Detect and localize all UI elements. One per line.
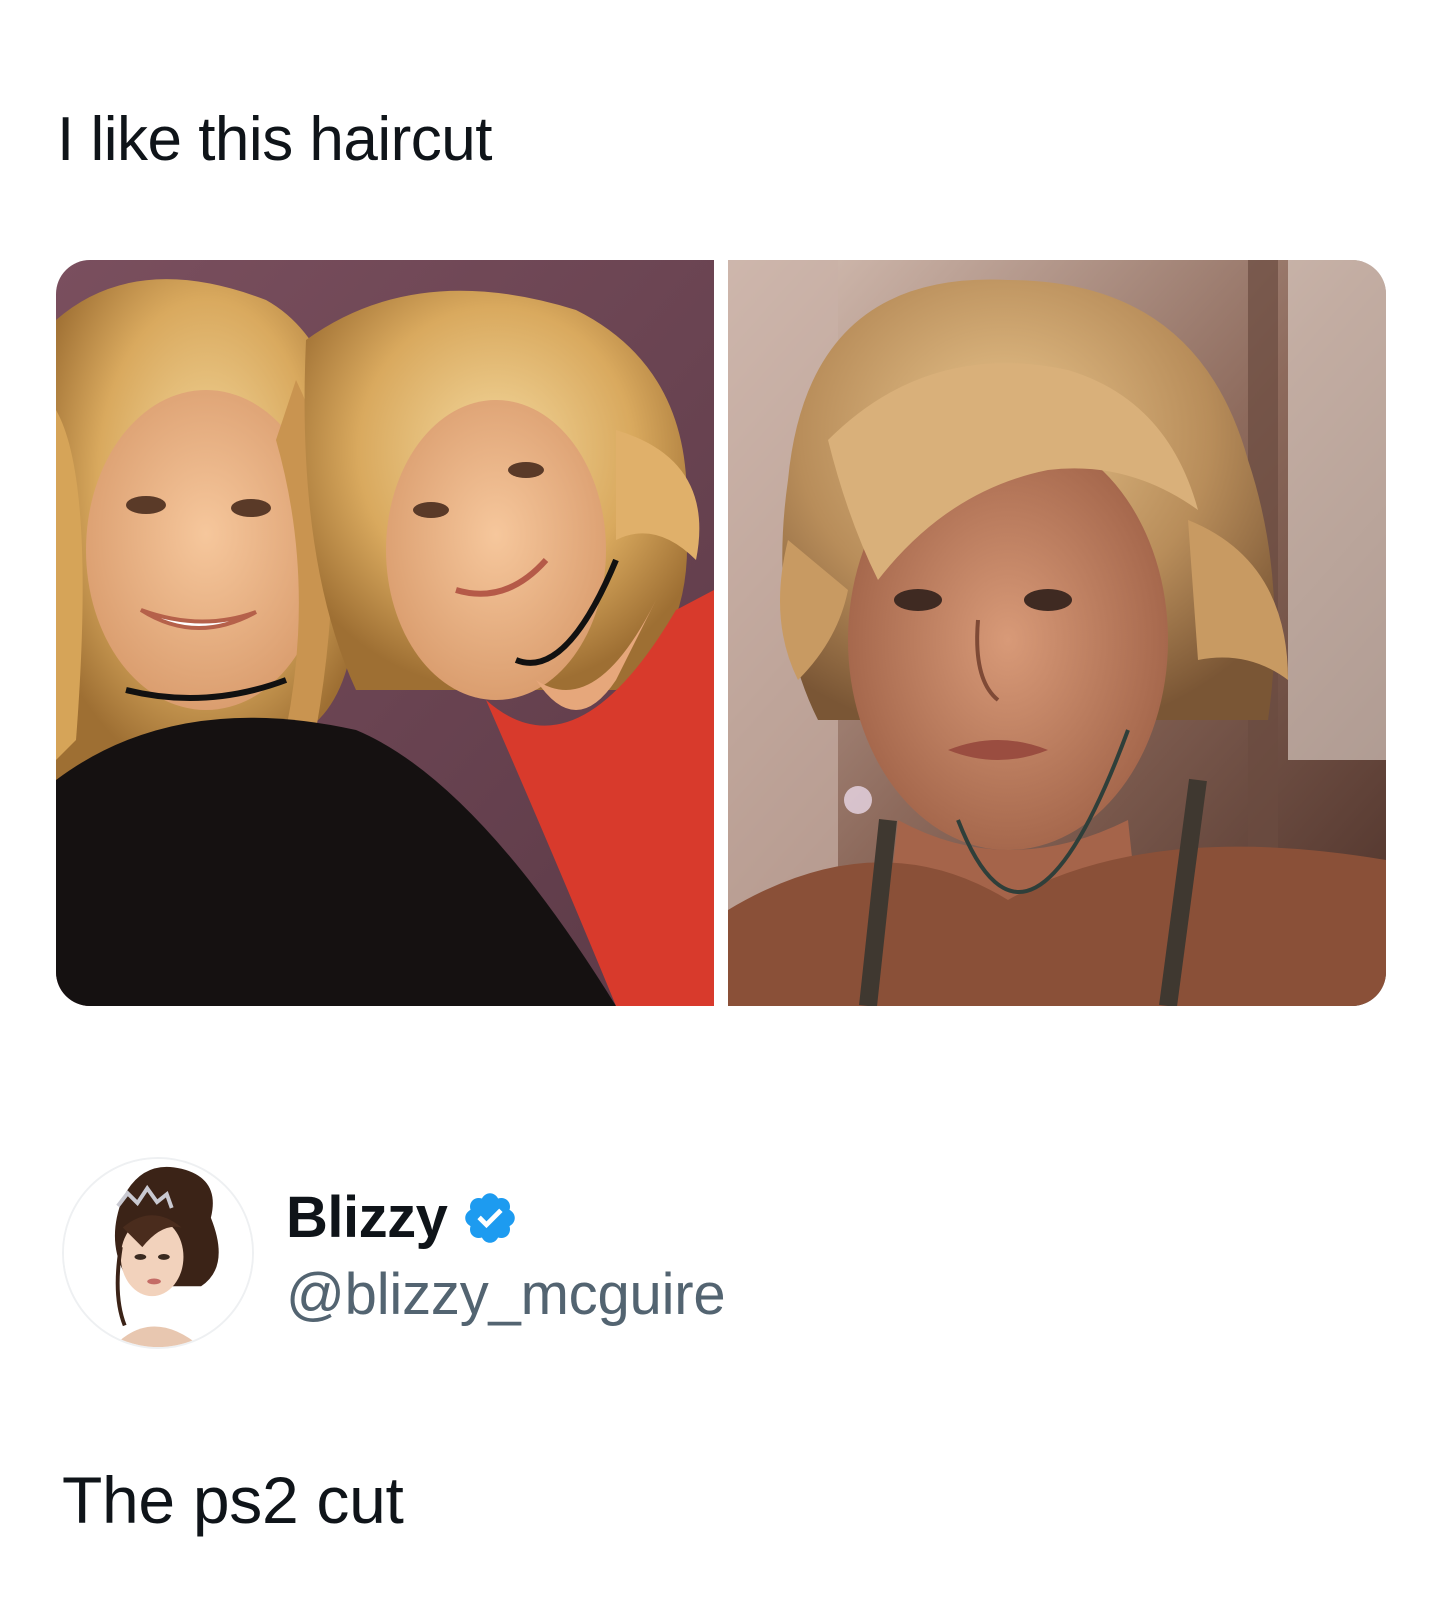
author-row[interactable]: Blizzy @blizzy_mcguire (62, 1153, 726, 1353)
quoted-post-text: I like this haircut (57, 105, 493, 174)
author-handle[interactable]: @blizzy_mcguire (286, 1261, 726, 1328)
photo-woman-short-hair-icon (728, 260, 1386, 1006)
reply-text: The ps2 cut (62, 1463, 404, 1537)
author-meta: Blizzy @blizzy_mcguire (286, 1179, 726, 1328)
media-photo-right[interactable] (728, 260, 1386, 1006)
name-line: Blizzy (286, 1179, 725, 1257)
avatar[interactable] (62, 1157, 254, 1349)
verified-badge-icon (461, 1189, 519, 1247)
avatar-icon (64, 1159, 252, 1347)
photo-two-blonde-girls-icon (56, 260, 714, 1006)
media-grid (56, 260, 1386, 1006)
media-photo-left[interactable] (56, 260, 714, 1006)
display-name[interactable]: Blizzy (286, 1184, 448, 1251)
